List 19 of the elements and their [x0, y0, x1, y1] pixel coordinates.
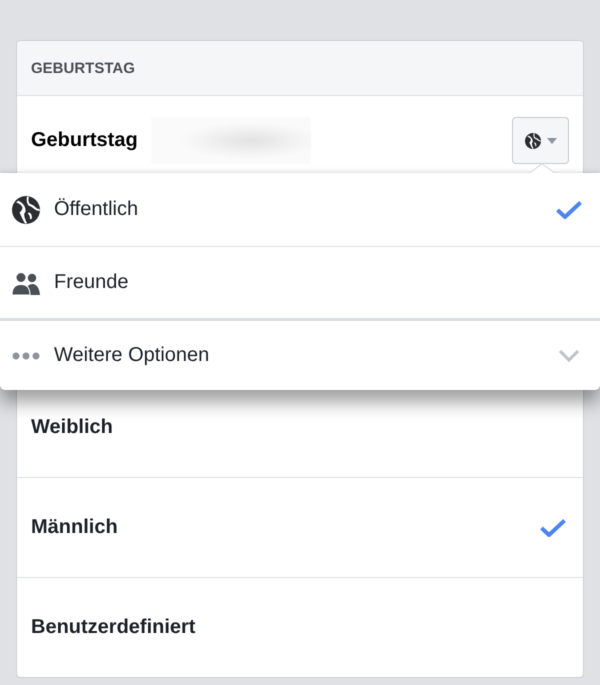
section-title: GEBURTSTAG	[31, 60, 135, 76]
gender-option[interactable]: Männlich	[17, 477, 583, 577]
audience-option[interactable]: Öffentlich	[0, 173, 600, 246]
globe-icon	[524, 132, 540, 148]
option-label: Männlich	[31, 516, 118, 539]
audience-option[interactable]: Weitere Optionen	[0, 318, 600, 390]
option-label: Freunde	[54, 271, 128, 294]
people-icon	[12, 270, 40, 294]
option-label: Weitere Optionen	[54, 344, 210, 367]
audience-option[interactable]: Freunde	[0, 246, 600, 318]
option-label: Benutzerdefiniert	[31, 616, 196, 639]
caret-icon	[546, 138, 556, 144]
dots-icon	[12, 352, 40, 360]
birthday-label: Geburtstag	[31, 129, 138, 152]
option-label: Öffentlich	[54, 198, 138, 221]
option-label: Weiblich	[31, 416, 113, 439]
gender-option[interactable]: Benutzerdefiniert	[17, 577, 583, 677]
globe-icon	[12, 196, 40, 224]
privacy-button[interactable]	[512, 117, 569, 164]
